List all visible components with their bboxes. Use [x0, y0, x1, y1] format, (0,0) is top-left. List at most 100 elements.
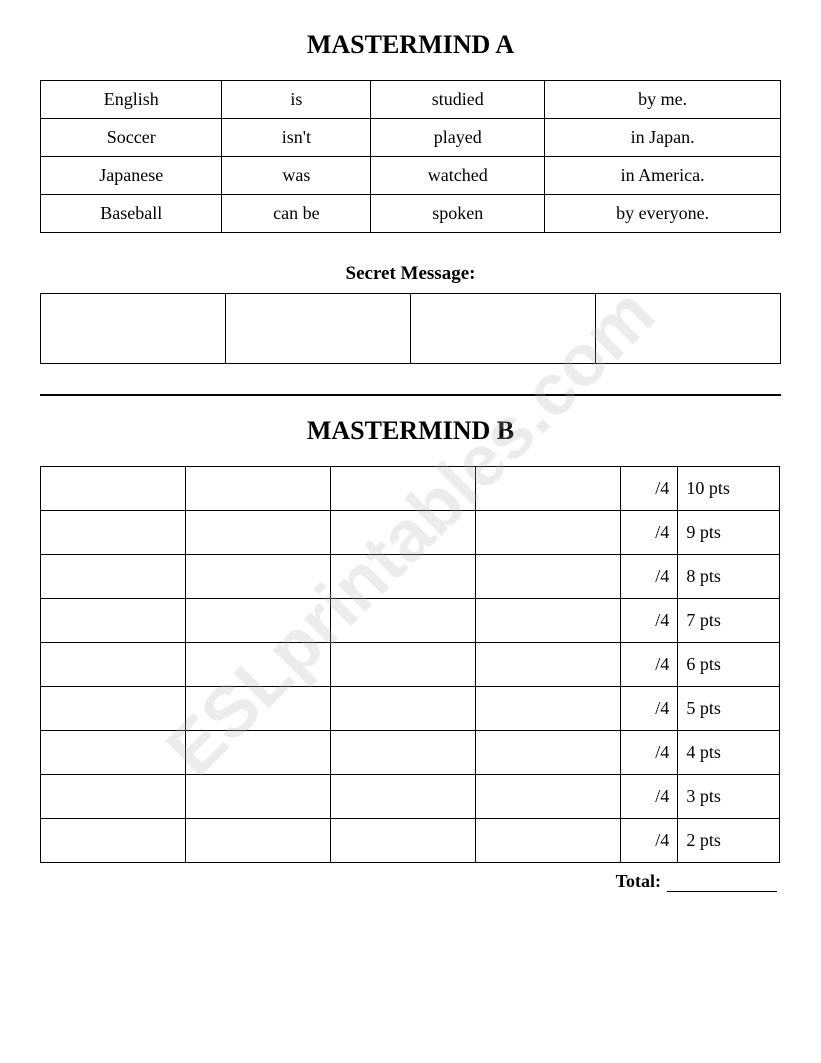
table-a-cell: Japanese: [41, 157, 222, 195]
b-right-row: /48 pts: [620, 555, 779, 599]
b-left-cell: [476, 643, 621, 687]
b-left-row: [41, 599, 621, 643]
b-left-cell: [331, 599, 476, 643]
b-left-cell: [331, 555, 476, 599]
b-left-cell: [331, 511, 476, 555]
b-left-cell: [41, 775, 186, 819]
secret-row: [41, 294, 781, 364]
b-pts-cell: 2 pts: [678, 819, 779, 863]
b-score-cell: /4: [620, 555, 678, 599]
total-underline: [667, 871, 777, 892]
table-a-cell: watched: [371, 157, 545, 195]
table-a-cell: in America.: [545, 157, 781, 195]
table-a-cell: English: [41, 81, 222, 119]
b-left-cell: [41, 687, 186, 731]
b-right-row: /44 pts: [620, 731, 779, 775]
b-left-cell: [186, 731, 331, 775]
b-left-cell: [186, 555, 331, 599]
table-a-cell: isn't: [222, 119, 371, 157]
section-divider: [40, 394, 781, 396]
b-score-cell: /4: [620, 687, 678, 731]
b-pts-cell: 7 pts: [678, 599, 779, 643]
b-left-cell: [331, 643, 476, 687]
b-pts-cell: 6 pts: [678, 643, 779, 687]
b-score-cell: /4: [620, 731, 678, 775]
b-left-cell: [476, 819, 621, 863]
b-left-row: [41, 819, 621, 863]
table-a-cell: in Japan.: [545, 119, 781, 157]
b-left-cell: [331, 467, 476, 511]
b-right-row: /47 pts: [620, 599, 779, 643]
secret-cell-4: [596, 294, 781, 364]
b-left-cell: [476, 731, 621, 775]
table-a-cell: by me.: [545, 81, 781, 119]
b-left-cell: [186, 599, 331, 643]
b-left-part: [40, 466, 621, 863]
section-b-title: MASTERMIND B: [40, 416, 781, 446]
b-pts-cell: 5 pts: [678, 687, 779, 731]
b-left-cell: [41, 555, 186, 599]
b-left-cell: [41, 599, 186, 643]
table-a-cell: can be: [222, 195, 371, 233]
b-pts-cell: 4 pts: [678, 731, 779, 775]
b-left-row: [41, 775, 621, 819]
table-a-row: Soccerisn'tplayedin Japan.: [41, 119, 781, 157]
b-left-cell: [186, 467, 331, 511]
table-a-cell: Baseball: [41, 195, 222, 233]
secret-message-label: Secret Message:: [40, 263, 781, 285]
b-left-cell: [41, 819, 186, 863]
b-left-cell: [476, 775, 621, 819]
table-a-row: Japanesewaswatchedin America.: [41, 157, 781, 195]
table-a-row: Englishisstudiedby me.: [41, 81, 781, 119]
b-right-row: /43 pts: [620, 775, 779, 819]
b-pts-cell: 3 pts: [678, 775, 779, 819]
table-a: Englishisstudiedby me.Soccerisn'tplayedi…: [40, 80, 781, 233]
table-a-row: Baseballcan bespokenby everyone.: [41, 195, 781, 233]
b-left-cell: [41, 643, 186, 687]
b-score-cell: /4: [620, 599, 678, 643]
b-right-row: /45 pts: [620, 687, 779, 731]
table-a-cell: by everyone.: [545, 195, 781, 233]
b-left-cell: [186, 511, 331, 555]
b-right-row: /49 pts: [620, 511, 779, 555]
b-left-cell: [476, 599, 621, 643]
b-left-row: [41, 511, 621, 555]
b-right-row: /42 pts: [620, 819, 779, 863]
b-left-cell: [476, 687, 621, 731]
b-score-cell: /4: [620, 775, 678, 819]
b-left-cell: [331, 687, 476, 731]
b-left-row: [41, 731, 621, 775]
b-left-cell: [476, 511, 621, 555]
section-b-tables: /410 pts/49 pts/48 pts/47 pts/46 pts/45 …: [40, 466, 781, 863]
b-left-cell: [41, 467, 186, 511]
secret-cell-1: [41, 294, 226, 364]
b-left-row: [41, 555, 621, 599]
b-left-cell: [331, 731, 476, 775]
b-score-cell: /4: [620, 643, 678, 687]
b-left-cell: [186, 687, 331, 731]
secret-cell-2: [226, 294, 411, 364]
secret-message-table: [40, 293, 781, 364]
table-a-cell: was: [222, 157, 371, 195]
b-right-row: /46 pts: [620, 643, 779, 687]
table-a-cell: Soccer: [41, 119, 222, 157]
b-right-part: /410 pts/49 pts/48 pts/47 pts/46 pts/45 …: [621, 466, 781, 863]
b-right-row: /410 pts: [620, 467, 779, 511]
b-left-cell: [186, 775, 331, 819]
b-score-cell: /4: [620, 819, 678, 863]
b-pts-cell: 9 pts: [678, 511, 779, 555]
total-area: Total:: [40, 871, 781, 892]
table-a-cell: spoken: [371, 195, 545, 233]
b-left-cell: [186, 643, 331, 687]
b-left-cell: [331, 819, 476, 863]
b-left-cell: [476, 555, 621, 599]
b-left-cell: [186, 819, 331, 863]
b-right-table: /410 pts/49 pts/48 pts/47 pts/46 pts/45 …: [620, 466, 780, 863]
b-left-row: [41, 687, 621, 731]
b-left-cell: [476, 467, 621, 511]
table-a-cell: is: [222, 81, 371, 119]
b-left-row: [41, 467, 621, 511]
b-score-cell: /4: [620, 511, 678, 555]
b-pts-cell: 8 pts: [678, 555, 779, 599]
table-a-cell: studied: [371, 81, 545, 119]
